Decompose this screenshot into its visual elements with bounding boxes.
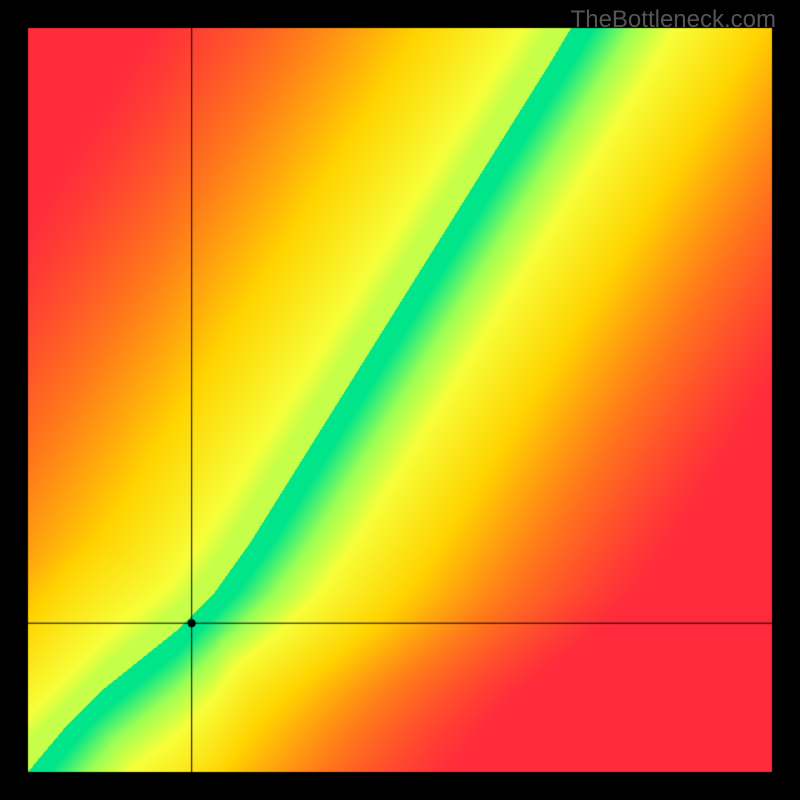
bottleneck-heatmap bbox=[0, 0, 800, 800]
watermark-text: TheBottleneck.com bbox=[571, 6, 776, 34]
chart-container: TheBottleneck.com bbox=[0, 0, 800, 800]
